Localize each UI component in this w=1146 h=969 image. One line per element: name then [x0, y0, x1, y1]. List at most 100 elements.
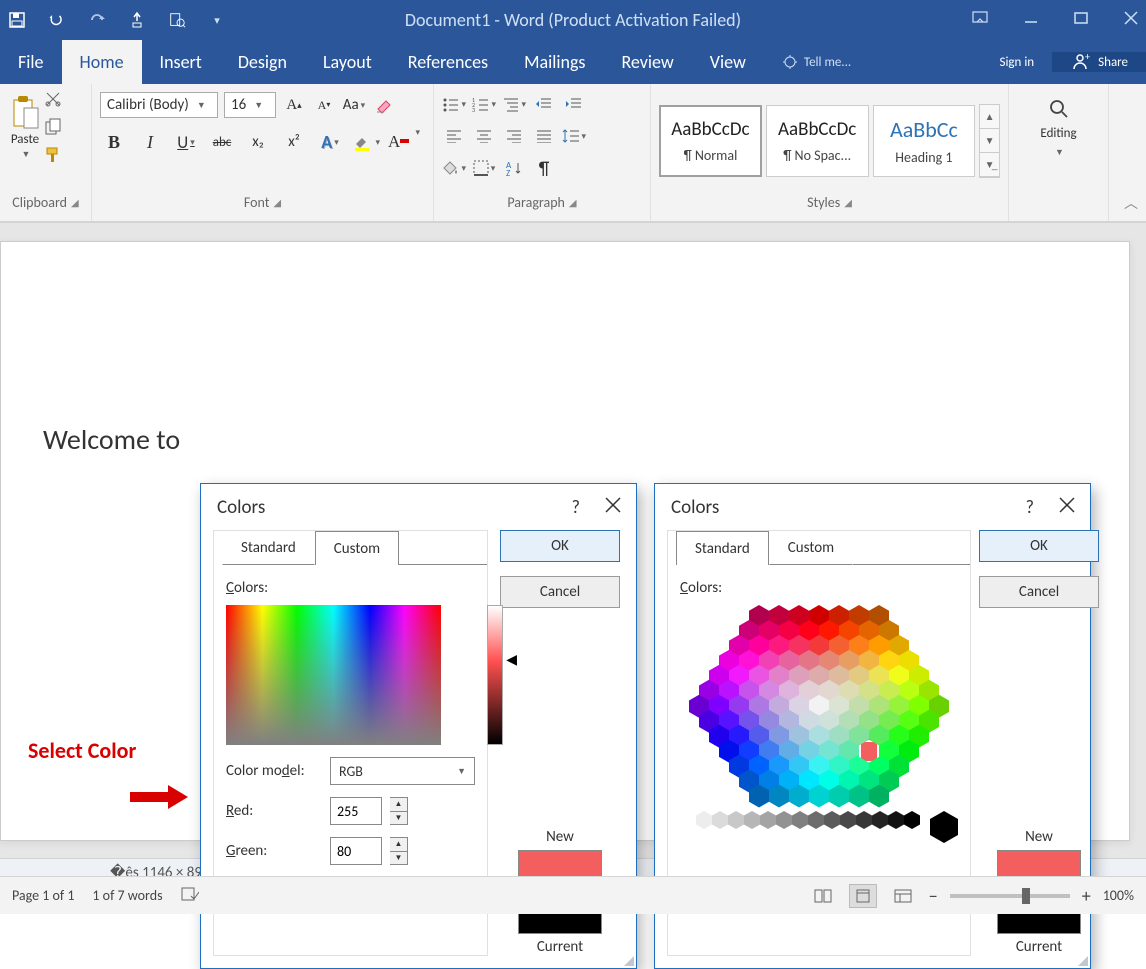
gray-swatch-hex[interactable] [712, 811, 728, 829]
color-model-select[interactable]: RGB▼ [330, 757, 475, 785]
zoom-out-button[interactable]: − [929, 885, 938, 907]
document-text[interactable]: Welcome to [43, 422, 180, 457]
tab-mailings[interactable]: Mailings [506, 40, 603, 84]
status-page[interactable]: Page 1 of 1 [12, 887, 74, 904]
italic-button[interactable]: I [136, 130, 164, 154]
undo-icon[interactable] [48, 11, 66, 29]
save-icon[interactable] [8, 11, 26, 29]
green-spin-down[interactable]: ▼ [390, 852, 407, 865]
multilevel-list-button[interactable]: ▾ [502, 92, 526, 116]
styles-launcher-icon[interactable]: ◢ [844, 196, 852, 209]
align-center-button[interactable] [472, 124, 496, 148]
highlight-button[interactable]: ▾ [352, 130, 380, 154]
gray-swatch-hex[interactable] [760, 811, 776, 829]
print-layout-button[interactable] [849, 884, 877, 908]
resize-handle[interactable] [620, 952, 634, 966]
black-swatch-hex[interactable] [930, 811, 958, 843]
subscript-button[interactable]: x₂ [244, 130, 272, 154]
gray-swatch-hex[interactable] [840, 811, 856, 829]
grow-font-button[interactable]: A▴ [282, 93, 306, 117]
gray-swatch-hex[interactable] [776, 811, 792, 829]
web-layout-button[interactable] [889, 884, 917, 908]
luminance-slider[interactable] [487, 605, 503, 745]
zoom-in-button[interactable]: + [1082, 885, 1091, 907]
paste-button[interactable]: Paste ▼ [8, 90, 42, 168]
resize-handle[interactable] [1074, 952, 1088, 966]
gray-swatch-hex[interactable] [680, 811, 696, 829]
ok-button[interactable]: OK [979, 530, 1099, 562]
tell-me[interactable]: Tell me... [764, 40, 869, 84]
tab-design[interactable]: Design [220, 40, 305, 84]
tab-home[interactable]: Home [62, 40, 142, 84]
help-button[interactable]: ? [1026, 496, 1034, 518]
styles-scroll-up[interactable]: ▲ [980, 105, 999, 129]
grayscale-row[interactable] [680, 811, 958, 843]
clear-formatting-button[interactable] [372, 93, 396, 117]
status-words[interactable]: 1 of 7 words [92, 887, 162, 904]
font-launcher-icon[interactable]: ◢ [273, 196, 281, 209]
show-marks-button[interactable]: ¶ [532, 156, 556, 180]
format-painter-icon[interactable] [44, 146, 62, 168]
shading-button[interactable]: ▾ [442, 156, 466, 180]
gray-swatch-hex[interactable] [744, 811, 760, 829]
text-effects-button[interactable]: A▾ [316, 130, 344, 154]
shrink-font-button[interactable]: A▾ [312, 93, 336, 117]
zoom-level[interactable]: 100% [1103, 887, 1134, 904]
editing-button[interactable]: Editing ▼ [1017, 90, 1100, 166]
maximize-icon[interactable] [1074, 11, 1088, 29]
touch-mode-icon[interactable] [128, 11, 146, 29]
qat-more-icon[interactable]: ▾ [208, 11, 226, 29]
cut-icon[interactable] [44, 90, 62, 112]
help-button[interactable]: ? [572, 496, 580, 518]
share-button[interactable]: + Share [1052, 52, 1146, 72]
green-input[interactable] [330, 837, 382, 865]
superscript-button[interactable]: x² [280, 130, 308, 154]
style-no-spacing[interactable]: AaBbCcDc ¶ No Spac... [766, 105, 869, 177]
gray-swatch-hex[interactable] [728, 811, 744, 829]
align-left-button[interactable] [442, 124, 466, 148]
red-spin-up[interactable]: ▲ [390, 798, 407, 812]
gray-swatch-hex[interactable] [824, 811, 840, 829]
change-case-button[interactable]: Aa▾ [342, 93, 366, 117]
font-size-combo[interactable]: 16▼ [224, 92, 276, 118]
collapse-ribbon-icon[interactable]: ︿ [1124, 193, 1138, 213]
tab-review[interactable]: Review [603, 40, 691, 84]
spellcheck-icon[interactable] [181, 886, 199, 906]
red-spin-down[interactable]: ▼ [390, 812, 407, 825]
zoom-slider[interactable] [950, 894, 1070, 898]
numbering-button[interactable]: 123▾ [472, 92, 496, 116]
gray-swatch-hex[interactable] [696, 811, 712, 829]
read-mode-button[interactable] [809, 884, 837, 908]
style-normal[interactable]: AaBbCcDc ¶ Normal [659, 105, 762, 177]
standard-color-hexagon[interactable] [699, 605, 939, 805]
copy-icon[interactable] [44, 118, 62, 140]
styles-scroll-down[interactable]: ▼ [980, 129, 999, 153]
tab-layout[interactable]: Layout [305, 40, 390, 84]
minimize-icon[interactable] [1024, 11, 1038, 29]
print-preview-icon[interactable] [168, 11, 186, 29]
styles-expand[interactable]: ▼̲ [980, 153, 999, 177]
ribbon-display-icon[interactable] [972, 11, 988, 29]
tab-insert[interactable]: Insert [142, 40, 220, 84]
justify-button[interactable] [532, 124, 556, 148]
bullets-button[interactable]: ▾ [442, 92, 466, 116]
gray-swatch-hex[interactable] [856, 811, 872, 829]
gray-swatch-hex[interactable] [792, 811, 808, 829]
tab-custom[interactable]: Custom [315, 531, 399, 565]
paragraph-launcher-icon[interactable]: ◢ [569, 196, 577, 209]
gray-swatch-hex[interactable] [888, 811, 904, 829]
gray-swatch-hex[interactable] [872, 811, 888, 829]
style-heading1[interactable]: AaBbCc Heading 1 [873, 105, 976, 177]
close-button[interactable] [1058, 496, 1076, 520]
redo-icon[interactable] [88, 11, 106, 29]
borders-button[interactable]: ▾ [472, 156, 496, 180]
gray-swatch-hex[interactable] [904, 811, 920, 829]
sign-in-button[interactable]: Sign in [981, 55, 1052, 70]
tab-references[interactable]: References [390, 40, 506, 84]
font-name-combo[interactable]: Calibri (Body)▼ [100, 92, 218, 118]
clipboard-launcher-icon[interactable]: ◢ [71, 196, 79, 209]
tab-file[interactable]: File [0, 40, 62, 84]
tab-standard[interactable]: Standard [222, 531, 315, 565]
red-input[interactable] [330, 797, 382, 825]
decrease-indent-button[interactable] [532, 92, 556, 116]
